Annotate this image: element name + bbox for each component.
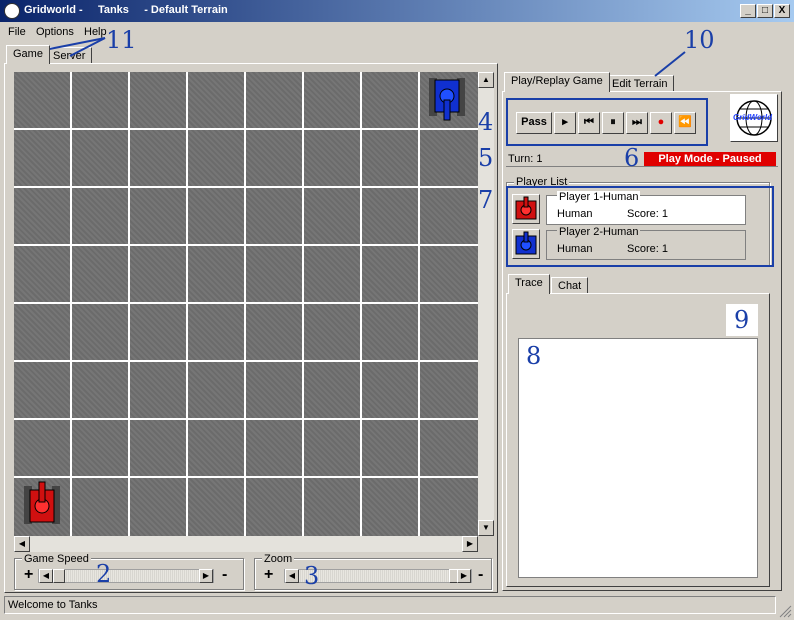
annotation-7: 7 [478,186,494,214]
annotation-9: 9 [734,306,750,334]
annotation-6: 6 [624,144,640,172]
annotation-5: 5 [478,144,494,172]
tab-trace[interactable]: Trace [508,274,550,294]
tab-play-replay[interactable]: Play/Replay Game [504,72,610,92]
annotation-11: 11 [106,26,137,54]
annotation-3: 3 [304,562,320,590]
annotation-lines [13,37,686,77]
annotation-8: 8 [526,342,542,370]
tab-game[interactable]: Game [6,45,50,64]
annotation-10: 10 [684,26,715,54]
annotation-2: 2 [96,560,112,588]
annotation-4: 4 [478,108,494,136]
